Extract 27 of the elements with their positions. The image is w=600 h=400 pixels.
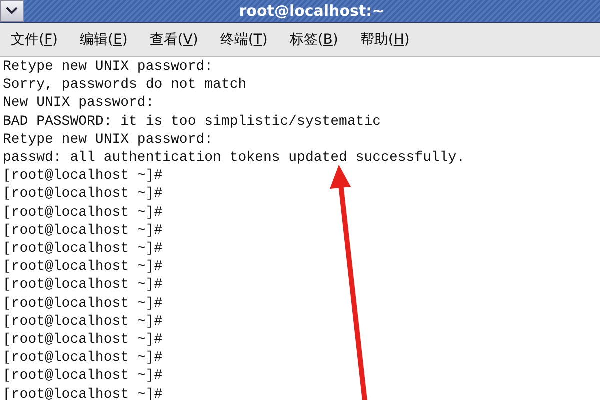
terminal-line: [root@localhost ~]# xyxy=(3,222,163,240)
menu-item[interactable]: 终端(T) xyxy=(220,30,268,48)
menu-item[interactable]: 编辑(E) xyxy=(80,30,128,48)
terminal-line: [root@localhost ~]# xyxy=(3,185,163,204)
terminal-line: Retype new UNIX password: xyxy=(3,58,214,76)
terminal-line: [root@localhost ~]# xyxy=(3,258,163,276)
menu-item[interactable]: 文件(F) xyxy=(11,30,58,48)
terminal-line: [root@localhost ~]# xyxy=(3,367,163,386)
menu-item[interactable]: 查看(V) xyxy=(150,30,198,48)
terminal-line: Retype new UNIX password: xyxy=(3,130,214,150)
terminal-line: Sorry, passwords do not match xyxy=(3,76,247,94)
terminal-line: [root@localhost ~]# xyxy=(3,331,163,350)
chevron-down-icon xyxy=(6,7,18,15)
terminal-line: [root@localhost ~]# xyxy=(3,276,163,295)
terminal-line: BAD PASSWORD: it is too simplistic/systematic xyxy=(3,112,382,131)
window-title: root@localhost:~ xyxy=(238,2,386,20)
terminal-line: [root@localhost ~]# xyxy=(3,312,163,332)
menu-item[interactable]: 帮助(H) xyxy=(360,30,410,48)
terminal-line: passwd: all authentication tokens updated successfully. xyxy=(3,149,466,168)
terminal-line: [root@localhost ~]# xyxy=(3,204,163,222)
terminal-line: [root@localhost ~]# xyxy=(3,167,163,186)
window-menu-button[interactable] xyxy=(0,0,24,22)
terminal-line: [root@localhost ~]# xyxy=(3,349,163,368)
terminal-line: [root@localhost ~]# xyxy=(3,294,163,313)
terminal-line: [root@localhost ~]# xyxy=(3,240,163,258)
terminal-line: New UNIX password: xyxy=(3,94,154,113)
menu-item[interactable]: 标签(B) xyxy=(290,30,338,48)
